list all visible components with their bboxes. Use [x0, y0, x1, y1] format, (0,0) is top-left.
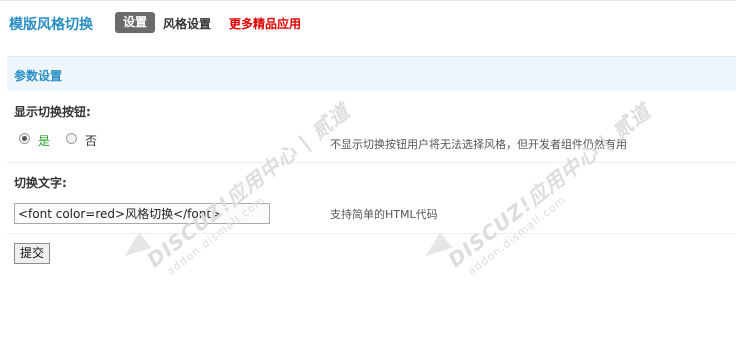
toggle-text-label: 切换文字: [14, 176, 67, 190]
toggle-text-hint: 支持简单的HTML代码 [330, 208, 438, 221]
watermark-line1: DISCUZ!应用中心 | 贰道 [142, 99, 355, 273]
divider [7, 233, 736, 234]
watermark: DISCUZ!应用中心 | 贰道 addon.dismall.com [140, 96, 363, 283]
tab-settings[interactable]: 设置 [115, 12, 156, 33]
toggle-text-input[interactable] [14, 203, 270, 224]
watermark-arrow-icon [118, 232, 152, 264]
app-title: 模版风格切换 [9, 17, 93, 33]
radio-yes-label[interactable]: 是 [38, 132, 50, 149]
section-title: 参数设置 [14, 69, 63, 83]
radio-yes[interactable] [19, 133, 30, 144]
divider [7, 162, 736, 163]
show-toggle-label: 显示切换按钮: [14, 105, 91, 119]
watermark-arrow-icon [419, 232, 453, 264]
radio-no-label[interactable]: 否 [85, 132, 97, 149]
tab-more-apps[interactable]: 更多精品应用 [229, 15, 301, 32]
header: 模版风格切换 设置 风格设置 更多精品应用 [0, 0, 736, 45]
section-header: 参数设置 [7, 56, 736, 91]
watermark: DISCUZ!应用中心 | 贰道 addon.dismall.com [441, 96, 664, 283]
submit-button[interactable]: 提交 [14, 243, 50, 264]
radio-no[interactable] [66, 133, 77, 144]
tab-style-settings[interactable]: 风格设置 [163, 15, 211, 32]
watermark-line1: DISCUZ!应用中心 | 贰道 [443, 99, 656, 273]
show-toggle-hint: 不显示切换按钮用户将无法选择风格，但开发者组件仍然有用 [330, 138, 627, 151]
